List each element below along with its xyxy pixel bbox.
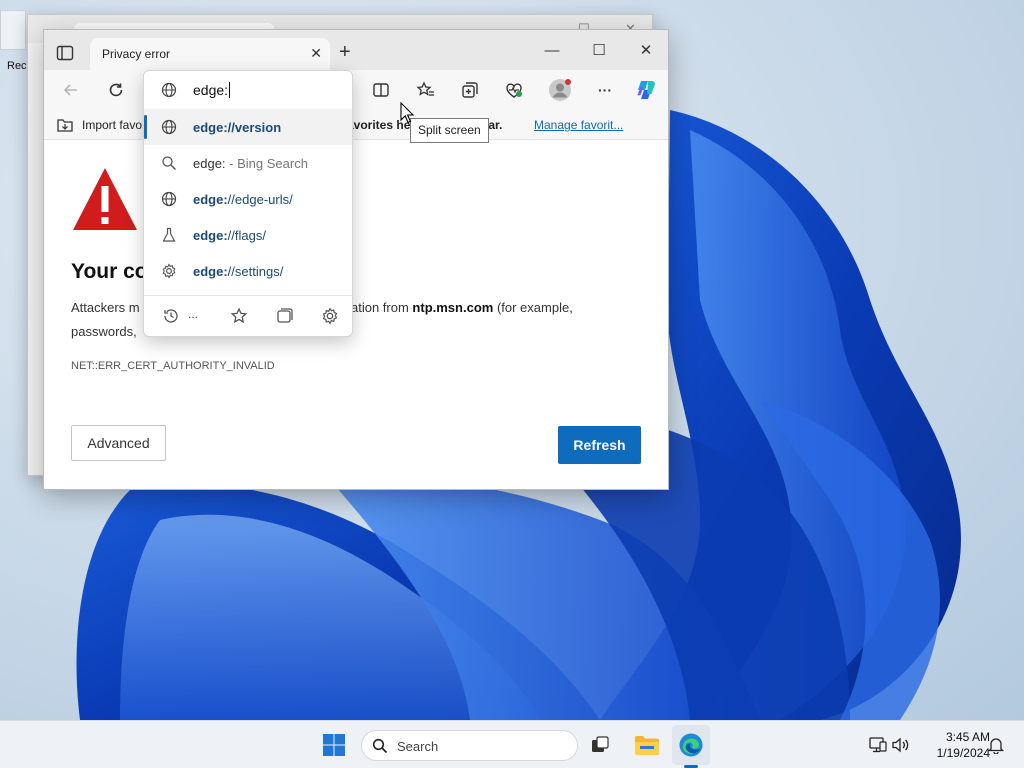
file-explorer-icon[interactable] — [633, 731, 661, 759]
suggestion-match: edge: — [193, 192, 228, 207]
tabs-icon[interactable] — [276, 307, 296, 327]
favorites-star-icon[interactable] — [230, 307, 250, 327]
globe-icon — [161, 119, 177, 135]
error-body-mid: ation from — [351, 300, 413, 315]
close-button[interactable]: ✕ — [623, 38, 668, 64]
tab-close-icon[interactable]: ✕ — [310, 46, 322, 60]
flask-icon — [161, 227, 177, 243]
suggestion-bing-search[interactable]: edge: - Bing Search — [144, 145, 352, 181]
tab-actions-icon[interactable] — [56, 44, 76, 64]
suggestion-edge-urls[interactable]: edge://edge-urls/ — [144, 181, 352, 217]
desktop-shortcut-label: Rec — [7, 60, 27, 72]
desktop-shortcut-icon[interactable] — [0, 10, 26, 50]
address-input[interactable]: edge: — [193, 82, 231, 98]
back-arrow-icon[interactable] — [59, 78, 83, 102]
address-bar-dropdown: edge: edge://version edge: - Bing Search… — [143, 70, 353, 337]
favorites-icon[interactable] — [414, 78, 438, 102]
suggestion-match: edge: — [193, 120, 228, 135]
split-screen-tooltip: Split screen — [410, 118, 489, 143]
suggestion-match: edge: — [193, 264, 228, 279]
history-icon[interactable] — [162, 307, 182, 327]
browser-essentials-icon[interactable] — [502, 78, 526, 102]
minimize-button[interactable]: — — [529, 38, 575, 64]
refresh-button[interactable]: Refresh — [558, 426, 641, 464]
split-screen-icon[interactable] — [369, 78, 393, 102]
error-page: Your co te Attackers m ation from ntp.ms… — [44, 140, 668, 489]
warning-triangle-icon — [71, 166, 139, 237]
search-icon — [161, 155, 177, 171]
new-tab-button[interactable]: + — [339, 42, 351, 62]
suggestion-rest: //flags/ — [227, 228, 266, 243]
notification-bell-icon[interactable] — [982, 731, 1010, 759]
suggestion-match: edge: — [193, 156, 226, 171]
error-body-line2: passwords, — [71, 324, 137, 339]
error-body-start: Attackers m — [71, 300, 140, 315]
taskbar-search[interactable]: Search — [361, 730, 578, 761]
address-input-value: edge: — [193, 82, 229, 98]
toolbar: ··· — [44, 70, 668, 110]
mouse-cursor-icon — [400, 101, 415, 129]
address-input-row[interactable]: edge: — [144, 71, 352, 109]
tab-title: Privacy error — [102, 47, 171, 61]
advanced-button[interactable]: Advanced — [71, 425, 166, 461]
collections-icon[interactable] — [458, 78, 482, 102]
suggestion-bing-suffix: - Bing Search — [225, 156, 308, 171]
globe-icon — [161, 82, 177, 103]
edge-browser-icon[interactable] — [677, 731, 705, 759]
text-caret — [229, 82, 231, 98]
suggestion-edge-settings[interactable]: edge://settings/ — [144, 253, 352, 289]
suggestion-rest: //settings/ — [227, 264, 284, 279]
suggestion-rest: //edge-urls/ — [227, 192, 293, 207]
history-more[interactable]: ... — [188, 307, 198, 321]
more-options-icon[interactable]: ··· — [593, 78, 617, 102]
manage-favorites-link[interactable]: Manage favorit... — [534, 118, 623, 132]
search-placeholder: Search — [397, 739, 439, 754]
globe-icon — [161, 191, 177, 207]
import-favorites-icon — [56, 117, 74, 136]
favorites-bar: Import favo avorites her ites bar. Manag… — [44, 110, 668, 140]
suggestion-match: edge: — [193, 228, 228, 243]
suggestion-edge-version[interactable]: edge://version — [144, 109, 352, 145]
gear-icon — [161, 263, 177, 279]
clock-time: 3:45 AM — [945, 730, 990, 744]
browser-window: Privacy error ✕ + — ☐ ✕ ··· Import favo … — [43, 29, 669, 490]
refresh-icon[interactable] — [104, 78, 128, 102]
error-domain: ntp.msn.com — [412, 300, 494, 315]
dropdown-divider — [144, 295, 352, 296]
search-icon — [372, 738, 388, 759]
error-body-end: (for example, — [493, 300, 573, 315]
error-code: NET::ERR_CERT_AUTHORITY_INVALID — [71, 360, 275, 372]
suggestion-edge-flags[interactable]: edge://flags/ — [144, 217, 352, 253]
settings-gear-icon[interactable] — [321, 307, 341, 327]
taskbar: Search 3:45 AM 1/19/2024 — [0, 720, 1024, 768]
start-windows-icon[interactable] — [320, 731, 348, 759]
clock-date: 1/19/2024 — [936, 746, 990, 760]
title-bar: Privacy error ✕ + — ☐ ✕ — [44, 30, 668, 70]
volume-icon[interactable] — [887, 731, 915, 759]
suggestion-rest: //version — [227, 120, 282, 135]
error-heading: Your co — [71, 260, 148, 283]
task-view-icon[interactable] — [586, 731, 614, 759]
maximize-button[interactable]: ☐ — [576, 38, 622, 64]
system-clock[interactable]: 3:45 AM 1/19/2024 — [916, 729, 990, 761]
dropdown-footer: ... — [144, 297, 352, 336]
tab-privacy-error[interactable]: Privacy error ✕ — [90, 38, 330, 70]
copilot-icon[interactable] — [634, 78, 658, 102]
import-favorites-link[interactable]: Import favo — [82, 118, 142, 132]
profile-avatar-icon[interactable] — [548, 78, 572, 102]
error-body: ation from ntp.msn.com (for example, — [351, 300, 573, 315]
